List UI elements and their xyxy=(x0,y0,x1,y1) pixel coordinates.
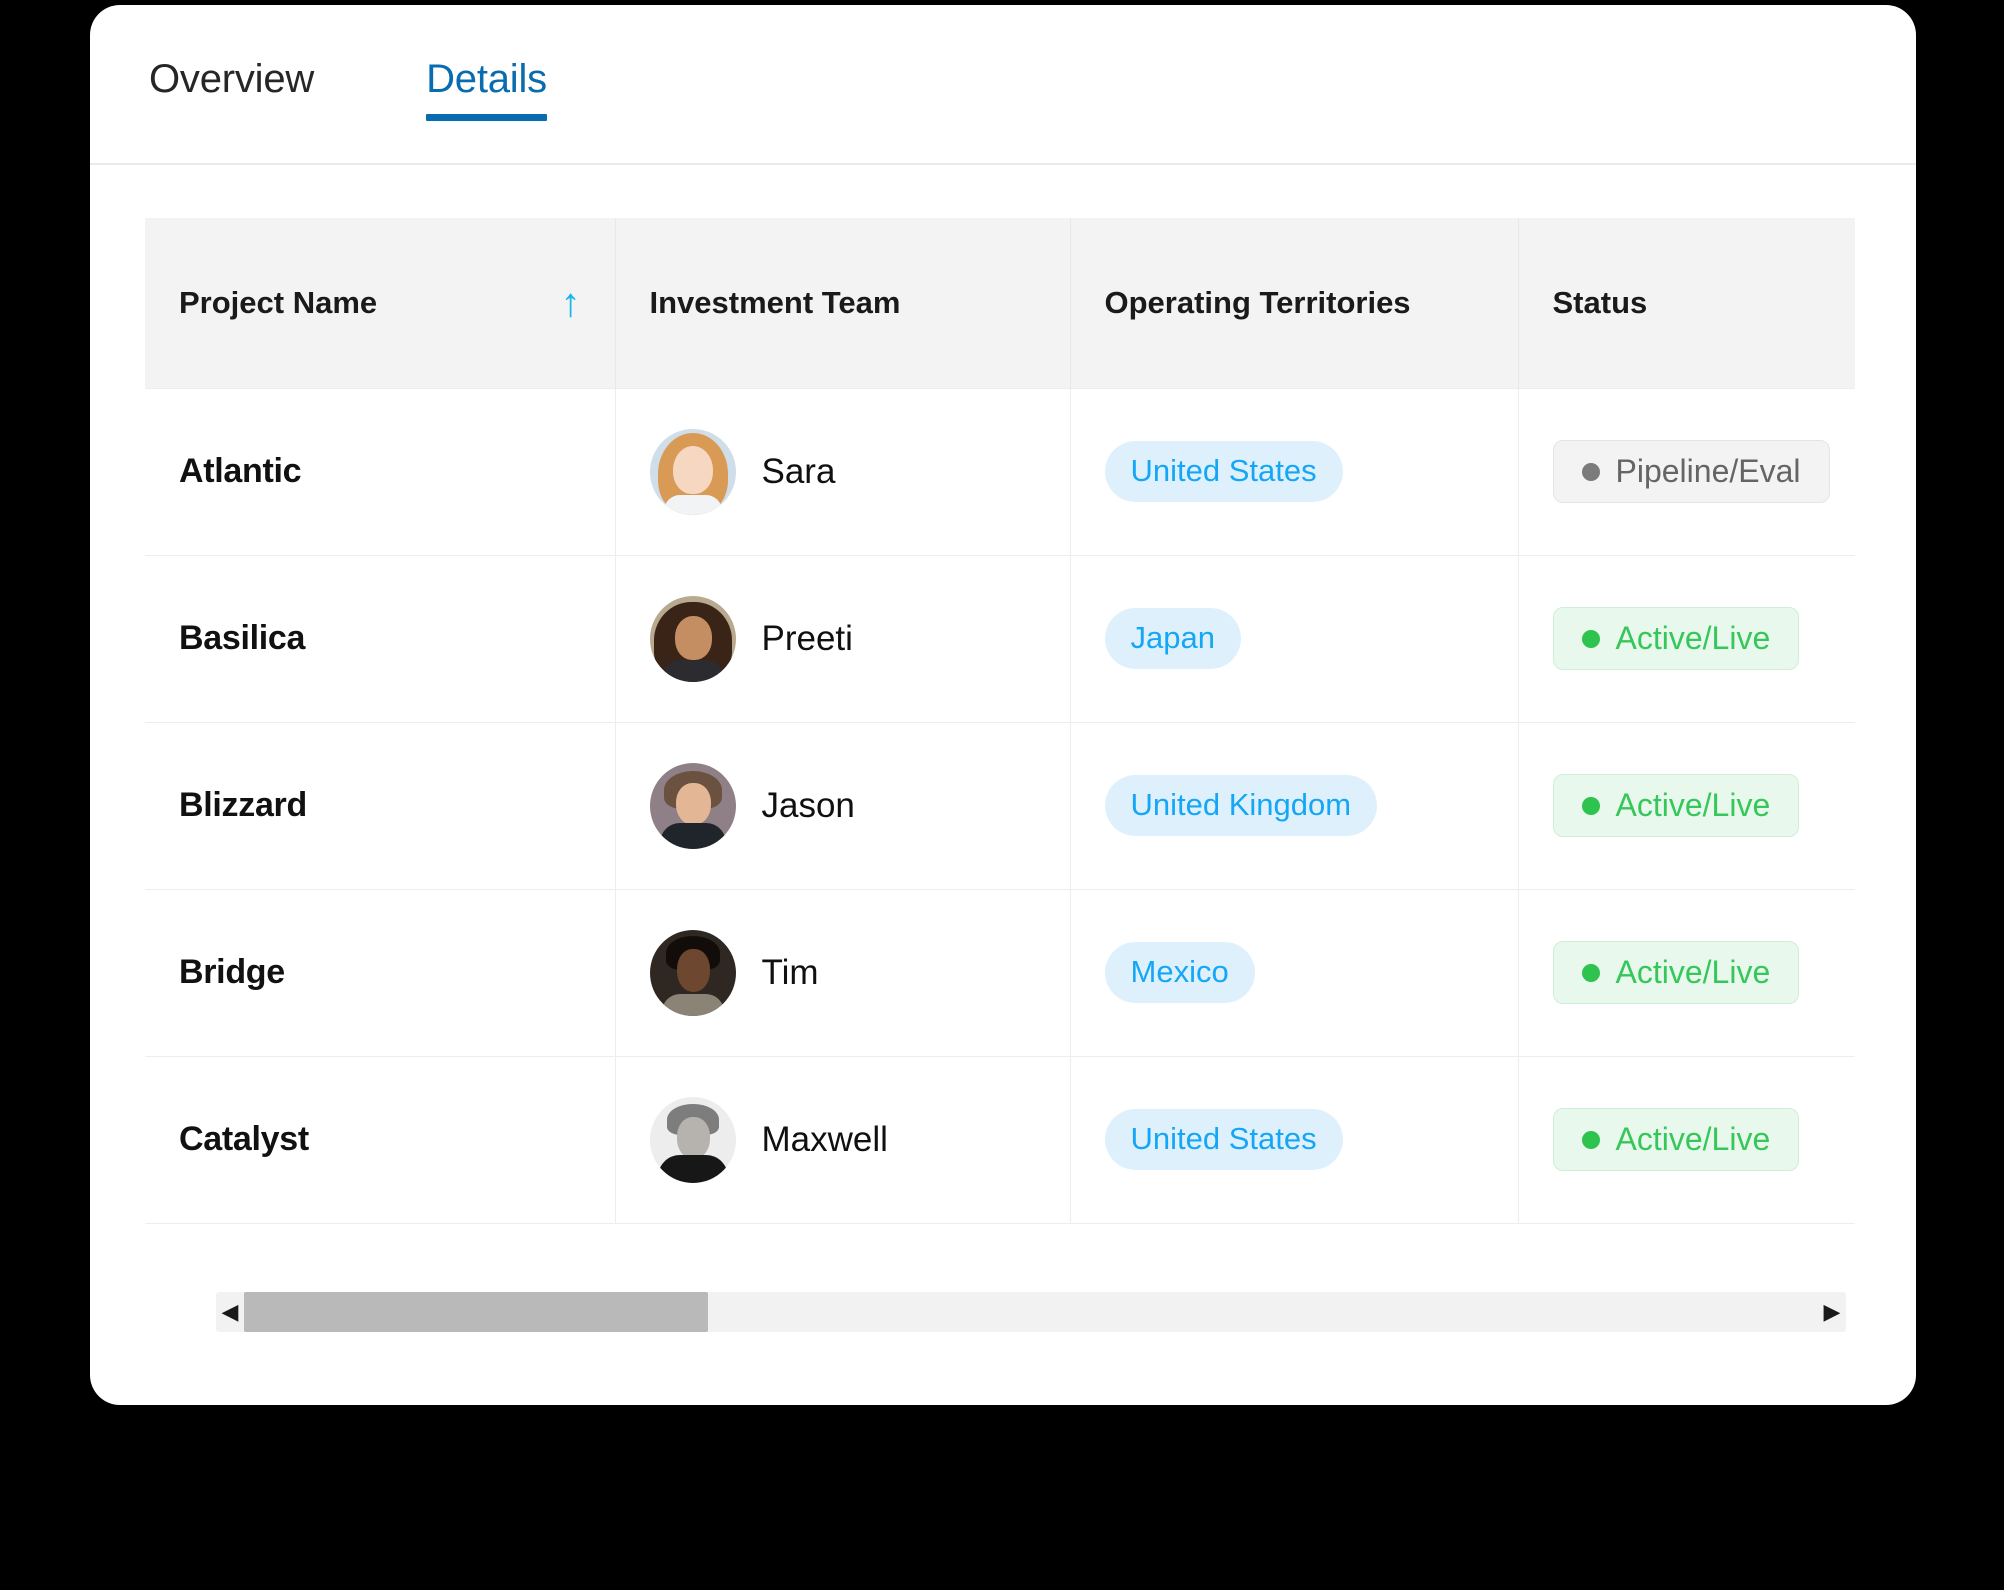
table-row[interactable]: Blizzard Jason United Kingdom Active/Liv… xyxy=(145,721,1855,889)
scrollbar-track[interactable] xyxy=(244,1292,1818,1332)
tab-details[interactable]: Details xyxy=(402,45,571,121)
status-badge: Active/Live xyxy=(1552,1107,1800,1172)
status-badge: Active/Live xyxy=(1552,773,1800,838)
cell-investment-team: Jason xyxy=(615,721,1071,889)
status-badge: Active/Live xyxy=(1552,940,1800,1005)
cell-project-name: Basilica xyxy=(145,554,616,722)
member-name-text: Preeti xyxy=(761,618,853,658)
cell-operating-territories: Japan xyxy=(1070,554,1519,722)
cell-investment-team: Tim xyxy=(615,888,1071,1056)
arrow-up-icon[interactable]: ↑ xyxy=(561,283,581,323)
table-row[interactable]: Atlantic Sara United States Pipeline/Eva… xyxy=(145,387,1855,555)
territory-chip[interactable]: United States xyxy=(1104,1109,1343,1170)
territory-chip[interactable]: Japan xyxy=(1104,608,1241,669)
table-row[interactable]: Basilica Preeti Japan Active/Live xyxy=(145,554,1855,722)
cell-status: Pipeline/Eval xyxy=(1518,387,1855,555)
projects-table: Project Name ↑ Investment Team Operating… xyxy=(145,218,1855,1224)
table-row[interactable]: Bridge Tim Mexico Active/Live xyxy=(145,888,1855,1056)
column-header-status[interactable]: Status xyxy=(1518,218,1855,388)
table-header: Project Name ↑ Investment Team Operating… xyxy=(145,218,1855,388)
cell-operating-territories: Mexico xyxy=(1070,888,1519,1056)
cell-status: Active/Live xyxy=(1518,1055,1855,1224)
status-badge: Active/Live xyxy=(1552,606,1800,671)
member-name-text: Jason xyxy=(761,785,855,825)
member-name-text: Tim xyxy=(761,952,819,992)
status-label: Active/Live xyxy=(1615,786,1771,823)
cell-operating-territories: United States xyxy=(1070,387,1519,555)
column-header-operating-territories[interactable]: Operating Territories xyxy=(1070,218,1519,388)
cell-operating-territories: United Kingdom xyxy=(1070,721,1519,889)
project-name-text: Blizzard xyxy=(179,786,307,824)
details-card: Overview Details Project Name ↑ Investme… xyxy=(90,5,1916,1405)
cell-investment-team: Sara xyxy=(615,387,1071,555)
status-dot-icon xyxy=(1581,1130,1600,1149)
avatar-sara xyxy=(649,428,736,515)
avatar-maxwell xyxy=(649,1096,736,1183)
status-dot-icon xyxy=(1581,963,1600,982)
status-badge: Pipeline/Eval xyxy=(1552,439,1830,504)
territory-chip[interactable]: United States xyxy=(1104,441,1343,502)
project-name-text: Atlantic xyxy=(179,452,302,490)
status-dot-icon xyxy=(1581,796,1600,815)
status-label: Active/Live xyxy=(1615,953,1771,990)
scrollbar-thumb[interactable] xyxy=(244,1292,709,1332)
project-name-text: Bridge xyxy=(179,953,285,991)
project-name-text: Basilica xyxy=(179,619,306,657)
territory-chip[interactable]: United Kingdom xyxy=(1104,775,1378,836)
column-header-label: Project Name xyxy=(179,284,378,320)
horizontal-scrollbar[interactable]: ◀ ▶ xyxy=(216,1292,1846,1332)
tab-bar: Overview Details xyxy=(90,5,1916,165)
tab-overview[interactable]: Overview xyxy=(125,45,338,121)
status-label: Active/Live xyxy=(1615,619,1771,656)
territory-chip[interactable]: Mexico xyxy=(1104,942,1255,1003)
cell-status: Active/Live xyxy=(1518,888,1855,1056)
table-row[interactable]: Catalyst Maxwell United States Active/Li… xyxy=(145,1055,1855,1224)
cell-project-name: Blizzard xyxy=(145,721,616,889)
screenshot-root: Overview Details Project Name ↑ Investme… xyxy=(0,0,2004,1590)
column-header-investment-team[interactable]: Investment Team xyxy=(615,218,1071,388)
avatar-jason xyxy=(649,762,736,849)
cell-project-name: Catalyst xyxy=(145,1055,616,1224)
status-dot-icon xyxy=(1581,462,1600,481)
cell-investment-team: Maxwell xyxy=(615,1055,1071,1224)
status-label: Active/Live xyxy=(1615,1120,1771,1157)
member-name-text: Maxwell xyxy=(761,1119,888,1159)
avatar-tim xyxy=(649,929,736,1016)
member-name-text: Sara xyxy=(761,451,836,491)
status-label: Pipeline/Eval xyxy=(1615,452,1801,489)
status-dot-icon xyxy=(1581,629,1600,648)
cell-operating-territories: United States xyxy=(1070,1055,1519,1224)
scroll-left-arrow-icon[interactable]: ◀ xyxy=(216,1292,244,1332)
column-header-project-name[interactable]: Project Name ↑ xyxy=(145,218,616,388)
cell-project-name: Bridge xyxy=(145,888,616,1056)
cell-status: Active/Live xyxy=(1518,554,1855,722)
avatar-preeti xyxy=(649,595,736,682)
table-scroll-viewport[interactable]: Project Name ↑ Investment Team Operating… xyxy=(145,218,1855,1224)
table-body: Atlantic Sara United States Pipeline/Eva… xyxy=(145,387,1855,1224)
cell-project-name: Atlantic xyxy=(145,387,616,555)
table-container: Project Name ↑ Investment Team Operating… xyxy=(90,165,1916,1345)
project-name-text: Catalyst xyxy=(179,1120,309,1158)
scroll-right-arrow-icon[interactable]: ▶ xyxy=(1818,1292,1846,1332)
cell-status: Active/Live xyxy=(1518,721,1855,889)
table-header-row: Project Name ↑ Investment Team Operating… xyxy=(145,218,1855,388)
cell-investment-team: Preeti xyxy=(615,554,1071,722)
